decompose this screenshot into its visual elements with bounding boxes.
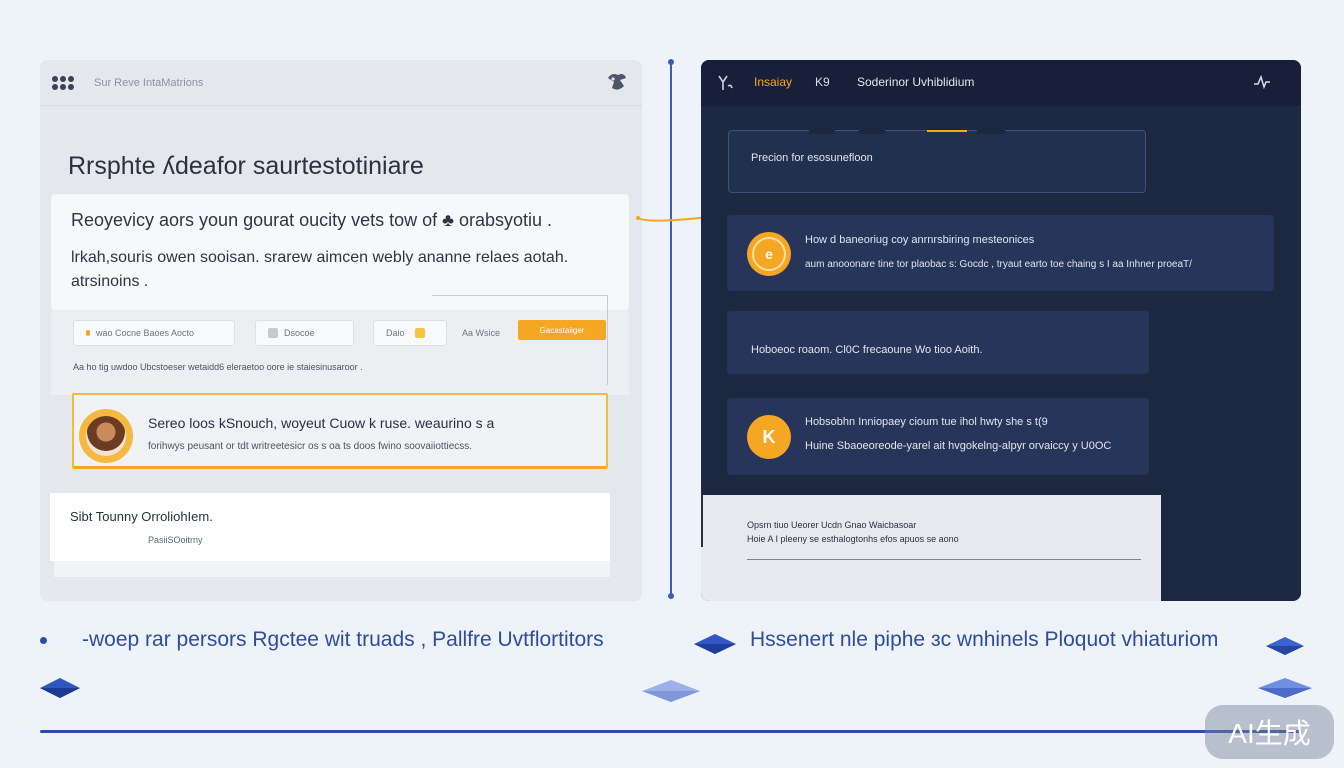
- toolbar-chip-4[interactable]: Aa Wsice: [450, 320, 516, 346]
- card-b-line-1: Hoboeoc roaom. Cl0C frecaoune Wo tioo Ao…: [751, 344, 983, 356]
- toolbar-chip-3[interactable]: Daio: [373, 320, 447, 346]
- light-detail-card: Opsrn tiuo Ueorer Ucdn Gnao Waicbasoar H…: [701, 495, 1161, 601]
- card-a-line-2: aum anooonare tine tor plaobac s: Gocdc …: [805, 259, 1192, 270]
- tab-secondary[interactable]: K9: [815, 75, 830, 89]
- left-app-window: Sur Reve IntaMatrions Rrsphte ʎdeafor sa…: [40, 60, 642, 601]
- toolbar-chip-2[interactable]: Dsocoe: [255, 320, 354, 346]
- brand-icon: [608, 74, 626, 90]
- left-app-header: Sur Reve IntaMatrions: [40, 60, 642, 106]
- info-card-a[interactable]: e How d baneoriug coy anrnrsbiring meste…: [727, 215, 1274, 291]
- light-card-line-2: Hoie A I pleeny se esthalogtonhs efos ap…: [747, 534, 959, 544]
- chip-marker-icon: [86, 330, 90, 336]
- grid-menu-icon[interactable]: [52, 75, 74, 90]
- ai-watermark: AI生成: [1205, 705, 1334, 759]
- coin-icon: e: [747, 232, 791, 276]
- intro-line-2: lrkah,souris owen sooisan. srarew aimcen…: [71, 249, 569, 290]
- chip-3-label: Daio: [386, 328, 405, 338]
- light-card-line-1: Opsrn tiuo Ueorer Ucdn Gnao Waicbasoar: [747, 520, 917, 530]
- info-card-c[interactable]: K Hobsobhn Inniopaey cioum tue ihol hwty…: [727, 398, 1149, 475]
- right-app-header: Insaiay K9 Soderinor Uvhiblidium: [701, 60, 1301, 106]
- tab-primary[interactable]: Insaiay: [754, 75, 792, 89]
- caption-right: Hssenert nle piphe ɜc wnhinels Ploquot v…: [750, 628, 1219, 651]
- logo-icon: [718, 75, 733, 90]
- info-card-b[interactable]: Hoboeoc roaom. Cl0C frecaoune Wo tioo Ao…: [727, 311, 1149, 374]
- card-a-line-1: How d baneoriug coy anrnrsbiring mesteon…: [805, 234, 1035, 246]
- bottom-card-shadow: [54, 561, 610, 577]
- intro-line-1: Reoyevicy aors youn gourat oucity vets t…: [71, 210, 553, 230]
- avatar: [79, 409, 133, 463]
- bottom-card-subtitle: PasiiSOoitrny: [148, 535, 203, 545]
- left-app-title: Sur Reve IntaMatrions: [94, 76, 204, 89]
- baseline-rule: [40, 730, 1300, 733]
- page-title: Rrsphte ʎdeafor saurtestotiniare: [68, 152, 424, 180]
- coin-a-glyph: e: [752, 237, 786, 271]
- toolbar-note: Aa ho tig uwdoo Ubcstoeser wetaidd6 eler…: [73, 362, 363, 372]
- right-app-window: Insaiay K9 Soderinor Uvhiblidium Precion…: [701, 60, 1301, 601]
- card-c-line-2: Huine Sbaoeoreode-yarel ait hvgokelng-al…: [805, 440, 1112, 452]
- coin-icon: K: [747, 415, 791, 459]
- diamond-icon: [694, 634, 736, 654]
- chip-folder-icon: [414, 328, 425, 338]
- caption-left: -woep rar persors Rgctee wit truads , Pa…: [82, 628, 604, 651]
- card-c-line-1: Hobsobhn Inniopaey cioum tue ihol hwty s…: [805, 416, 1048, 428]
- highlight-title: Sereo loos kSnouch, woyeut Cuow k ruse. …: [148, 415, 495, 431]
- accent-button[interactable]: Gacastaiiger: [518, 320, 606, 340]
- diamond-icon: [40, 678, 80, 698]
- diamond-icon: [642, 680, 700, 702]
- light-card-rule: [747, 559, 1141, 560]
- diamond-icon: [1266, 637, 1304, 655]
- divider-line: [668, 59, 674, 599]
- chip-image-icon: [268, 328, 278, 338]
- chip-4-label: Aa Wsice: [462, 328, 501, 338]
- right-app-title: Soderinor Uvhiblidium: [857, 75, 975, 89]
- highlight-subtitle: forihwys peusant or tdt writreetesicr os…: [148, 441, 473, 452]
- bottom-card[interactable]: Sibt Tounny OrroliohIem. PasiiSOoitrny: [50, 493, 610, 561]
- card-edge: [701, 495, 703, 547]
- bullet-dot: [40, 637, 47, 644]
- bottom-card-title: Sibt Tounny OrroliohIem.: [70, 509, 213, 524]
- highlight-underline: [74, 466, 606, 469]
- toolbar-chip-1[interactable]: wao Cocne Baoes Aocto: [73, 320, 235, 346]
- chip-1-label: wao Cocne Baoes Aocto: [96, 328, 195, 338]
- diamond-icon: [1258, 678, 1312, 698]
- search-card-accent: [927, 130, 967, 132]
- intro-card: Reoyevicy aors youn gourat oucity vets t…: [51, 194, 629, 310]
- highlight-card[interactable]: Sereo loos kSnouch, woyeut Cuow k ruse. …: [72, 393, 608, 469]
- search-card[interactable]: Precion for esosunefloon: [728, 130, 1146, 193]
- pulse-icon[interactable]: [1253, 74, 1271, 90]
- search-card-text: Precion for esosunefloon: [751, 152, 873, 164]
- chip-2-label: Dsocoe: [284, 328, 315, 338]
